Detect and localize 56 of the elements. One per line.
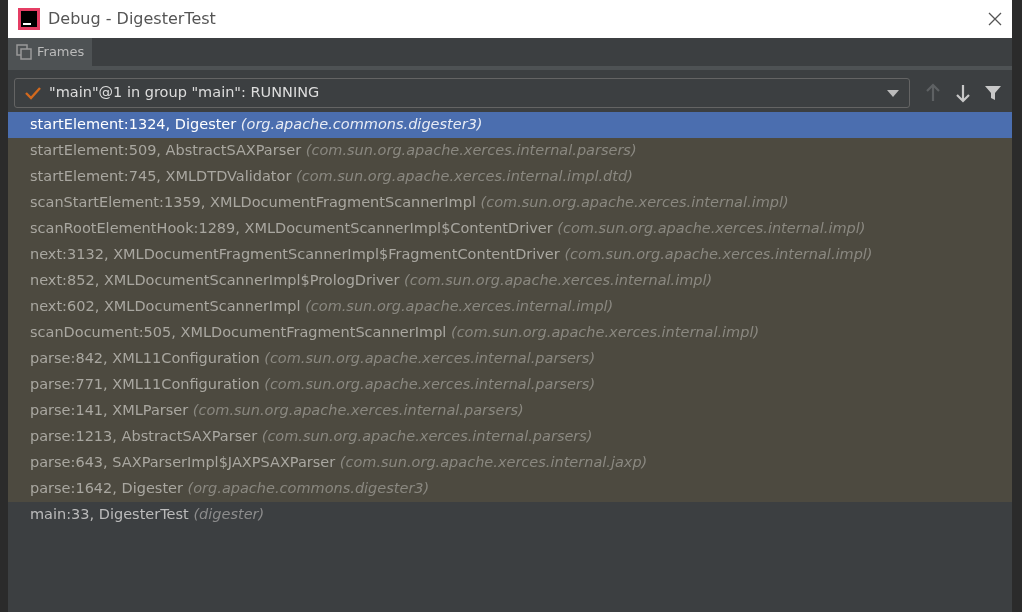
frame-location: next:602, XMLDocumentScannerImpl [30,297,302,317]
stack-frame-row[interactable]: parse:1213, AbstractSAXParser (com.sun.org.apache.xerces.internal.parsers) [8,424,1012,450]
frames-icon [16,44,32,60]
stack-frame-row[interactable]: next:602, XMLDocumentScannerImpl (com.sun.org.apache.xerces.internal.impl) [8,294,1012,320]
frame-location: next:852, XMLDocumentScannerImpl$PrologDriver [30,271,401,291]
app-logo-icon [18,8,40,30]
stack-frame-row[interactable]: next:852, XMLDocumentScannerImpl$PrologDriver (com.sun.org.apache.xerces.internal.impl) [8,268,1012,294]
frame-package: (org.apache.commons.digester3) [240,115,483,135]
frame-package: (org.apache.commons.digester3) [187,479,430,499]
stack-frame-row[interactable]: parse:141, XMLParser (com.sun.org.apache.xerces.internal.parsers) [8,398,1012,424]
frame-package: (com.sun.org.apache.xerces.internal.impl) [564,245,873,265]
stack-frame-row[interactable]: parse:842, XML11Configuration (com.sun.org.apache.xerces.internal.parsers) [8,346,1012,372]
stack-frame-row[interactable]: parse:771, XML11Configuration (com.sun.org.apache.xerces.internal.parsers) [8,372,1012,398]
frames-tab[interactable]: Frames [8,38,93,66]
frame-location: parse:1642, Digester [30,479,184,499]
stack-frame-row[interactable]: scanRootElementHook:1289, XMLDocumentScannerImpl$ContentDriver (com.sun.org.apache.xerces.internal.impl) [8,216,1012,242]
stack-frame-row[interactable]: next:3132, XMLDocumentFragmentScannerImpl$FragmentContentDriver (com.sun.org.apache.xerces.internal.impl) [8,242,1012,268]
frame-package: (com.sun.org.apache.xerces.internal.impl) [305,297,614,317]
frame-package: (com.sun.org.apache.xerces.internal.impl) [450,323,760,343]
frame-package: (com.sun.org.apache.xerces.internal.parsers) [261,427,593,447]
close-icon[interactable] [988,12,1002,26]
stack-frame-row[interactable]: main:33, DigesterTest (digester) [8,502,1012,528]
frame-package: (com.sun.org.apache.xerces.internal.parsers) [192,401,524,421]
frame-package: (com.sun.org.apache.xerces.internal.parsers) [264,349,596,369]
stack-frame-row[interactable]: scanStartElement:1359, XMLDocumentFragmentScannerImpl (com.sun.org.apache.xerces.internal.impl) [8,190,1012,216]
frame-package: (com.sun.org.apache.xerces.internal.parsers) [264,375,596,395]
frame-package: (com.sun.org.apache.xerces.internal.impl) [480,193,789,213]
frame-package: (digester) [193,505,265,525]
stack-frame-row[interactable]: scanDocument:505, XMLDocumentFragmentScannerImpl (com.sun.org.apache.xerces.internal.impl) [8,320,1012,346]
frame-location: startElement:509, AbstractSAXParser [30,141,303,161]
frame-location: parse:1213, AbstractSAXParser [30,427,259,447]
frame-package: (com.sun.org.apache.xerces.internal.jaxp) [339,453,648,473]
frame-location: parse:141, XMLParser [30,401,190,421]
frame-package: (com.sun.org.apache.xerces.internal.impl) [557,219,866,239]
stack-frame-row[interactable]: startElement:509, AbstractSAXParser (com.sun.org.apache.xerces.internal.parsers) [8,138,1012,164]
dropdown-caret-icon [887,89,899,97]
frame-location: scanDocument:505, XMLDocumentFragmentScannerImpl [30,323,448,343]
frame-location: parse:842, XML11Configuration [30,349,261,369]
frame-location: parse:643, SAXParserImpl$JAXPSAXParser [30,453,337,473]
frame-location: scanRootElementHook:1289, XMLDocumentScannerImpl$ContentDriver [30,219,554,239]
frame-package: (com.sun.org.apache.xerces.internal.impl) [404,271,713,291]
frame-location: startElement:745, XMLDTDValidator [30,167,293,187]
frame-location: next:3132, XMLDocumentFragmentScannerImpl$FragmentContentDriver [30,245,561,265]
stack-frame-row[interactable]: parse:643, SAXParserImpl$JAXPSAXParser (com.sun.org.apache.xerces.internal.jaxp) [8,450,1012,476]
frame-location: startElement:1324, Digester [30,115,238,135]
stack-frame-row[interactable]: startElement:745, XMLDTDValidator (com.sun.org.apache.xerces.internal.impl.dtd) [8,164,1012,190]
stack-frame-row[interactable]: startElement:1324, Digester (org.apache.commons.digester3) [8,112,1012,138]
frame-location: parse:771, XML11Configuration [30,375,261,395]
frame-package: (com.sun.org.apache.xerces.internal.impl.dtd) [296,167,633,187]
window-title: Debug - DigesterTest [48,8,216,30]
frame-location: main:33, DigesterTest [30,505,190,525]
thread-dropdown[interactable]: "main"@1 in group "main": RUNNING [14,78,910,108]
checkmark-icon [25,86,41,100]
frame-location: scanStartElement:1359, XMLDocumentFragmentScannerImpl [30,193,477,213]
stack-frame-row[interactable]: parse:1642, Digester (org.apache.commons.digester3) [8,476,1012,502]
frame-package: (com.sun.org.apache.xerces.internal.parsers) [305,141,637,161]
